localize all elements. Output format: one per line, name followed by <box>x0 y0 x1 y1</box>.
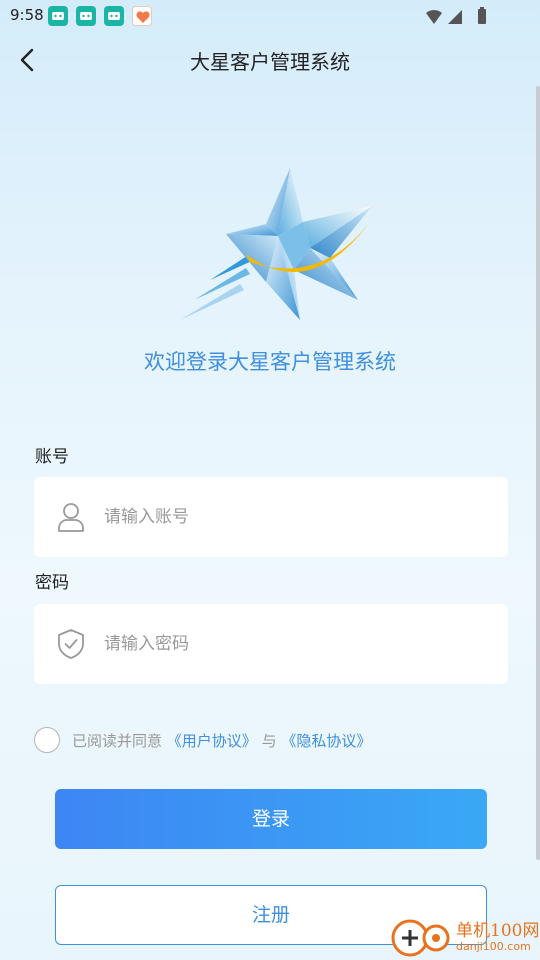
watermark-url: danji100.com <box>456 940 531 953</box>
shield-check-icon <box>58 629 84 659</box>
watermark-title: 单机100网 <box>456 921 540 941</box>
agreement-prefix: 已阅读并同意 <box>72 732 163 750</box>
status-indicators <box>426 7 486 24</box>
password-label: 密码 <box>35 573 69 593</box>
login-button[interactable]: 登录 <box>55 789 487 849</box>
password-field <box>34 604 508 684</box>
signal-icon <box>448 10 462 24</box>
account-input[interactable] <box>104 497 484 537</box>
scrollbar[interactable] <box>536 86 540 860</box>
heart-app-icon <box>132 6 152 26</box>
nav-bar: 大星客户管理系统 <box>0 38 540 82</box>
app-notification-icon <box>76 6 96 26</box>
agreement-row: 已阅读并同意 《用户协议》 与 《隐私协议》 <box>34 726 514 754</box>
agreement-connector: 与 <box>261 732 277 750</box>
user-agreement-link[interactable]: 《用户协议》 <box>167 732 257 750</box>
welcome-text: 欢迎登录大星客户管理系统 <box>144 350 396 374</box>
star-logo <box>180 168 372 320</box>
watermark-logo-icon <box>391 919 450 957</box>
account-label: 账号 <box>35 447 69 467</box>
wifi-icon <box>426 9 442 24</box>
status-bar: 9:58 <box>0 0 540 32</box>
agreement-checkbox[interactable] <box>34 727 60 753</box>
page-title: 大星客户管理系统 <box>190 50 350 74</box>
account-field <box>34 477 508 557</box>
battery-icon <box>478 9 486 24</box>
password-input[interactable] <box>104 624 484 664</box>
user-icon <box>58 503 84 532</box>
watermark: 单机100网 danji100.com <box>390 914 540 960</box>
agreement-text: 已阅读并同意 《用户协议》 与 《隐私协议》 <box>72 730 371 751</box>
app-notification-icon <box>48 6 68 26</box>
app-notification-icon <box>104 6 124 26</box>
status-time: 9:58 <box>10 6 44 24</box>
privacy-agreement-link[interactable]: 《隐私协议》 <box>281 732 371 750</box>
